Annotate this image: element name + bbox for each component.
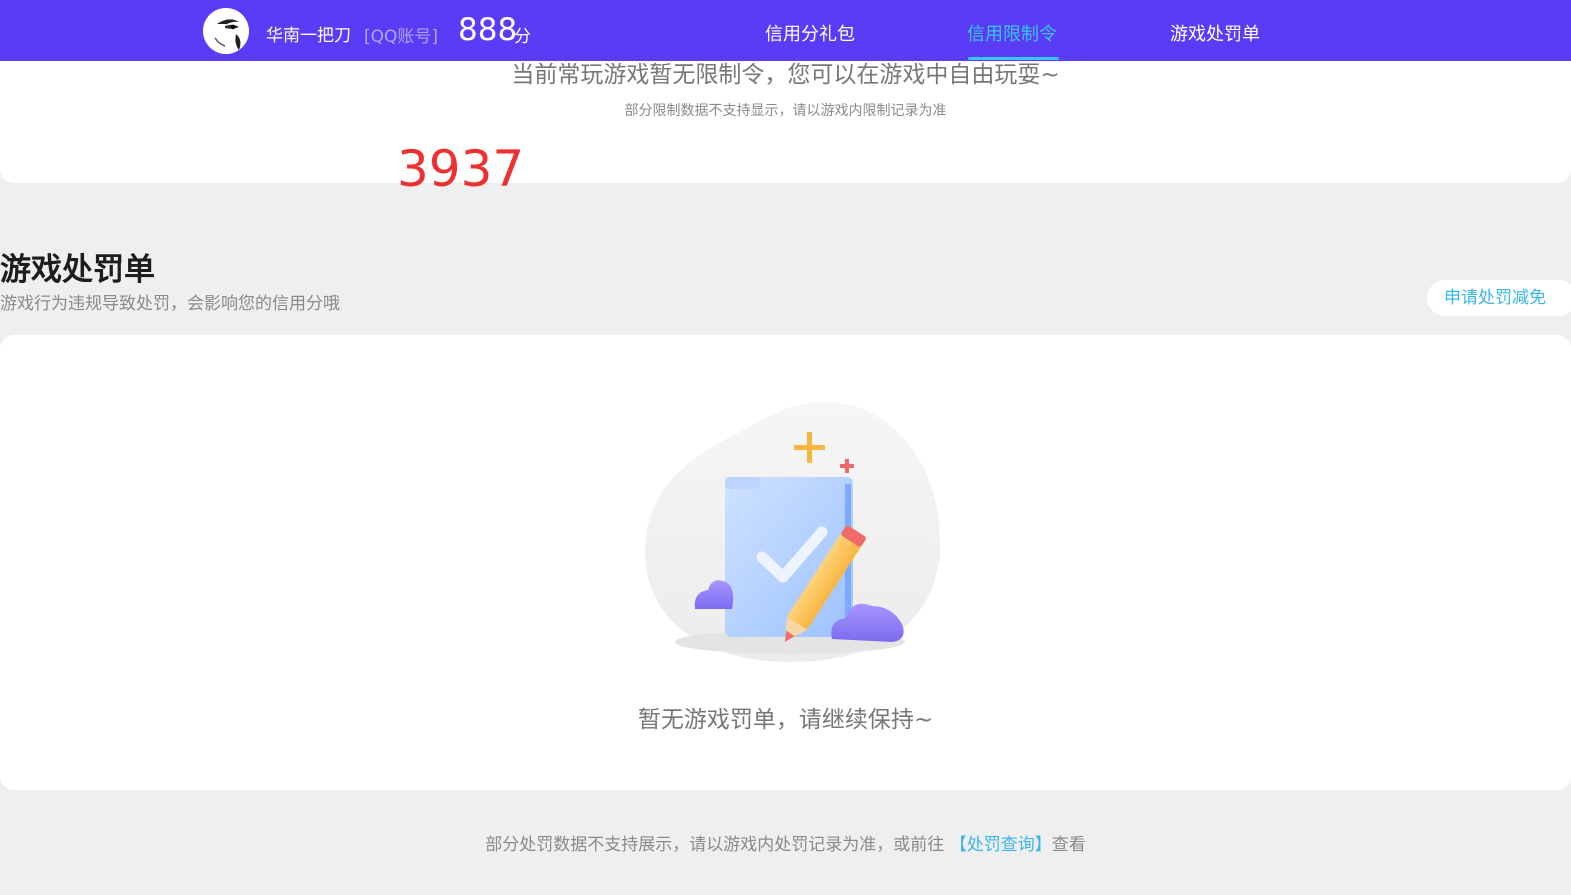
avatar[interactable] bbox=[203, 8, 249, 54]
top-navigation-bar: 华南一把刀 [QQ账号] 888 分 信用分礼包 信用限制令 游戏处罚单 bbox=[0, 0, 1571, 61]
user-name: 华南一把刀 bbox=[266, 26, 351, 46]
overlay-number: 3937 bbox=[397, 140, 525, 198]
section-description: 游戏行为违规导致处罚，会影响您的信用分哦 bbox=[0, 294, 340, 314]
avatar-image bbox=[203, 8, 249, 54]
footer-note-suffix: 查看 bbox=[1051, 835, 1086, 855]
penalty-query-link[interactable]: 【处罚查询】 bbox=[950, 835, 1052, 855]
tab-game-penalty-list[interactable]: 游戏处罚单 bbox=[1170, 20, 1260, 46]
footer-note-text: 部分处罚数据不支持展示，请以游戏内处罚记录为准，或前往 bbox=[485, 835, 945, 855]
credit-score-unit: 分 bbox=[514, 27, 531, 47]
apply-penalty-reduction-button[interactable]: 申请处罚减免 bbox=[1427, 280, 1571, 316]
empty-state-illustration bbox=[640, 392, 945, 677]
active-tab-indicator bbox=[968, 57, 1059, 60]
restriction-data-note: 部分限制数据不支持显示，请以游戏内限制记录为准 bbox=[624, 103, 947, 119]
tab-credit-gift-pack[interactable]: 信用分礼包 bbox=[765, 20, 855, 46]
credit-score: 888 bbox=[458, 12, 518, 48]
section-title: 游戏处罚单 bbox=[0, 252, 155, 288]
empty-state-text: 暂无游戏罚单，请继续保持~ bbox=[637, 707, 934, 733]
tab-credit-restriction-order[interactable]: 信用限制令 bbox=[967, 20, 1057, 46]
footer-note: 部分处罚数据不支持展示，请以游戏内处罚记录为准，或前往 【处罚查询】查看 bbox=[0, 830, 1571, 855]
account-type-label: [QQ账号] bbox=[364, 27, 439, 47]
